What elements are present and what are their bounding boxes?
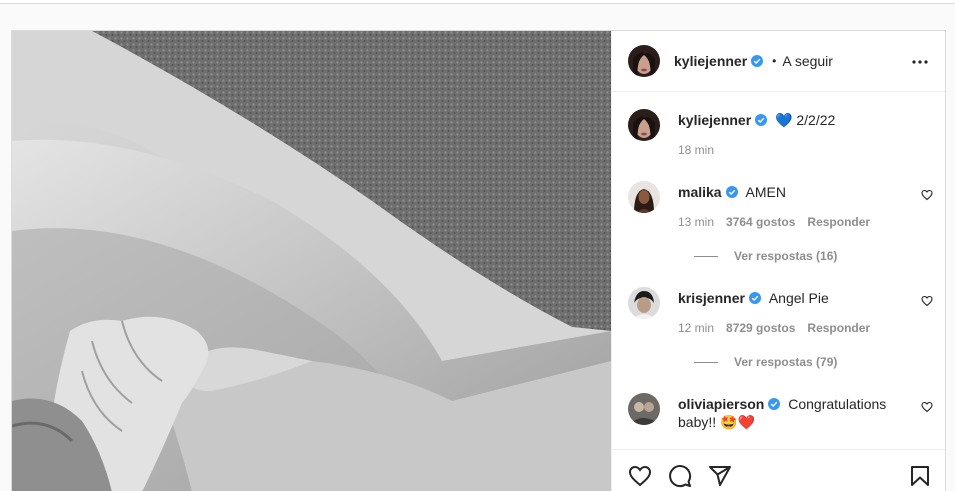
caption-meta: 18 min [678,143,714,157]
comment-row: krisjenner Angel Pie 12 min 8729 gostos … [628,287,933,387]
view-replies-button[interactable]: Ver respostas (79) [694,355,837,369]
comment-avatar[interactable] [628,287,660,319]
comment-line: malika AMEN [678,183,903,201]
view-replies-label: Ver respostas (79) [734,355,838,369]
reply-button[interactable]: Responder [807,321,870,335]
view-replies-button[interactable]: Ver respostas (16) [694,249,837,263]
comment-time[interactable]: 12 min [678,321,714,335]
comments-list[interactable]: kyliejenner 💙 2/2/22 18 min malika AMEN … [612,93,945,449]
heart-icon[interactable] [628,464,652,488]
caption-row: kyliejenner 💙 2/2/22 18 min [628,109,933,169]
verified-badge-icon [748,292,761,304]
following-button[interactable]: A seguir [782,53,833,69]
comment-avatar[interactable] [628,181,660,213]
share-icon[interactable] [708,464,732,488]
separator-dot: • [772,54,777,68]
like-comment-heart-icon[interactable] [921,401,933,413]
post-header: kyliejenner • A seguir [612,31,945,92]
comment-username[interactable]: krisjenner [678,290,745,306]
like-comment-heart-icon[interactable] [921,189,933,201]
caption-text: 💙 2/2/22 [775,112,836,128]
reply-button[interactable]: Responder [807,215,870,229]
replies-divider [694,255,718,257]
comment-line: oliviapierson Congratulations baby!! 🤩❤️ [678,395,903,431]
caption-time[interactable]: 18 min [678,143,714,157]
comment-likes[interactable]: 3764 gostos [726,215,795,229]
post-photo[interactable] [12,31,611,491]
caption-line: kyliejenner 💙 2/2/22 [678,111,903,129]
verified-badge-icon [768,398,781,410]
comment-username[interactable]: malika [678,184,722,200]
top-rule [0,0,955,4]
caption-username[interactable]: kyliejenner [678,112,751,128]
photo-image [12,31,611,491]
comment-time[interactable]: 13 min [678,215,714,229]
comment-meta: 13 min 3764 gostos Responder [678,215,870,229]
comment-meta: 12 min 8729 gostos Responder [678,321,870,335]
bookmark-icon[interactable] [908,464,932,488]
verified-badge-icon [755,114,768,126]
comment-text: Angel Pie [768,290,829,306]
comment-avatar[interactable] [628,393,660,425]
comment-row: malika AMEN 13 min 3764 gostos Responder… [628,181,933,281]
comment-username[interactable]: oliviapierson [678,396,764,412]
replies-divider [694,361,718,363]
caption-avatar[interactable] [628,109,660,141]
comment-likes[interactable]: 8729 gostos [726,321,795,335]
author-username[interactable]: kyliejenner [674,53,747,69]
view-replies-label: Ver respostas (16) [734,249,838,263]
post-actions [612,449,945,491]
verified-badge-icon [751,55,764,67]
comment-row: oliviapierson Congratulations baby!! 🤩❤️ [628,393,933,449]
comment-icon[interactable] [668,464,692,488]
comment-line: krisjenner Angel Pie [678,289,903,307]
header-user: kyliejenner • A seguir [674,53,833,69]
author-avatar[interactable] [628,45,660,77]
like-comment-heart-icon[interactable] [921,295,933,307]
verified-badge-icon [725,186,738,198]
post-side-panel: kyliejenner • A seguir kyliejenner 💙 2/2… [611,31,945,491]
comment-text: AMEN [745,184,786,200]
more-horizontal-icon[interactable] [911,53,929,71]
post-dialog: kyliejenner • A seguir kyliejenner 💙 2/2… [11,30,946,491]
